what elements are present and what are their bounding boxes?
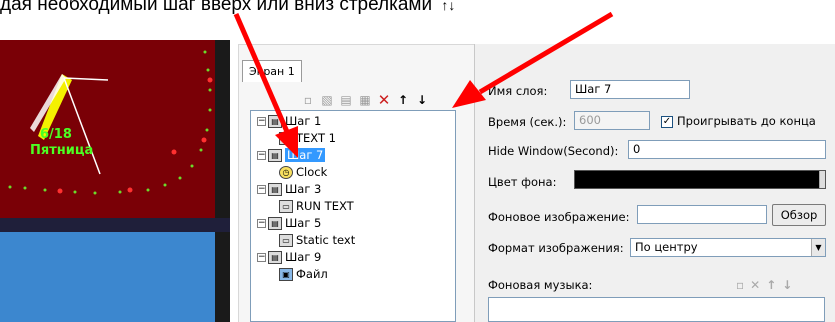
image-format-select[interactable]: По центру ▼	[630, 238, 826, 257]
time-label: Время (сек.):	[488, 115, 567, 129]
step-icon: ▤	[268, 251, 282, 264]
tree-node-static-text[interactable]: ▭ Static text	[257, 232, 455, 249]
play-to-end-label: Проигрывать до конца	[677, 114, 816, 128]
tree-node-text-1[interactable]: ▦ TEXT 1	[257, 130, 455, 147]
step-icon: ▤	[268, 115, 282, 128]
time-input[interactable]: 600	[574, 111, 650, 130]
play-to-end-checkbox[interactable]: ✓ Проигрывать до конца	[661, 114, 816, 128]
bg-image-input[interactable]	[637, 205, 767, 224]
static-text-icon: ▭	[279, 234, 293, 247]
tree-node-step-5[interactable]: − ▤ Шаг 5	[257, 215, 455, 232]
layer-name-input[interactable]: Шаг 7	[570, 80, 690, 99]
collapse-icon[interactable]: −	[257, 219, 266, 228]
tree-node-label: Clock	[296, 165, 328, 179]
bg-image-label: Фоновое изображение:	[488, 210, 630, 224]
preview-blue-area	[0, 232, 215, 322]
layer-name-label: Имя слоя:	[488, 84, 548, 98]
hide-window-label: Hide Window(Second):	[488, 144, 619, 158]
clock-hour-marks	[57, 77, 213, 194]
bg-color-label: Цвет фона:	[488, 175, 557, 189]
tree-node-clock[interactable]: ◷ Clock	[257, 164, 455, 181]
chevron-down-icon[interactable]	[819, 171, 825, 188]
step-icon: ▤	[268, 149, 282, 162]
paste-icon[interactable]: ▦	[357, 92, 373, 108]
tree-toolbar: ▫ ▧ ▤ ▦ ✕ ↑ ↓	[300, 92, 430, 110]
tree-node-step-7[interactable]: − ▤ Шаг 7	[257, 147, 455, 164]
tree-node-run-text[interactable]: ▭ RUN TEXT	[257, 198, 455, 215]
tree-node-label: Шаг 1	[285, 114, 322, 128]
copy-icon[interactable]: ▤	[338, 92, 354, 108]
tree-node-label: Шаг 9	[285, 250, 322, 264]
new-icon[interactable]: ▫	[300, 92, 316, 108]
tree-node-label: TEXT 1	[296, 131, 336, 145]
file-icon: ▣	[279, 268, 293, 281]
tab-screen-1[interactable]: Экран 1	[242, 60, 302, 82]
collapse-icon[interactable]: −	[257, 117, 266, 126]
clock-icon: ◷	[279, 166, 293, 179]
bg-music-label: Фоновая музыка:	[488, 278, 593, 292]
music-up-icon[interactable]: ↑	[766, 278, 776, 292]
tree-node-step-3[interactable]: − ▤ Шаг 3	[257, 181, 455, 198]
clock-date: 6/18	[40, 127, 72, 142]
bg-color-picker[interactable]	[574, 170, 826, 189]
second-hand	[63, 77, 101, 175]
tree-node-label-selected: Шаг 7	[285, 148, 326, 162]
chevron-down-icon[interactable]: ▼	[811, 239, 825, 256]
text-icon: ▦	[279, 132, 293, 145]
image-format-value: По центру	[635, 240, 698, 254]
collapse-icon[interactable]: −	[257, 253, 266, 262]
layer-tree: − ▤ Шаг 1 ▦ TEXT 1 − ▤ Шаг 7 ◷ Clock − ▤ Шаг 3 ▭…	[250, 110, 456, 322]
up-down-arrows-icon: ↑↓	[441, 0, 456, 13]
bg-music-list[interactable]	[488, 297, 825, 322]
step-icon: ▤	[268, 217, 282, 230]
preview-frame-bottom	[0, 218, 230, 232]
checkbox-check-icon[interactable]: ✓	[661, 115, 673, 128]
arrow-up-icon[interactable]: ↑	[395, 92, 411, 108]
browse-button[interactable]: Обзор	[772, 204, 826, 226]
run-text-icon: ▭	[279, 200, 293, 213]
tree-node-label: Шаг 3	[285, 182, 322, 196]
music-down-icon[interactable]: ↓	[782, 278, 792, 292]
clock-preview: 6/18 Пятница	[0, 40, 230, 322]
tree-node-label: Файл	[296, 267, 328, 281]
delete-music-icon[interactable]: ✕	[750, 278, 760, 292]
image-format-label: Формат изображения:	[488, 241, 624, 255]
music-toolbar: ▫ ✕ ↑ ↓	[736, 278, 792, 292]
arrow-down-icon[interactable]: ↓	[414, 92, 430, 108]
clock-face	[8, 50, 213, 195]
collapse-icon[interactable]: −	[257, 151, 266, 160]
tree-node-step-9[interactable]: − ▤ Шаг 9	[257, 249, 455, 266]
open-icon[interactable]: ▧	[319, 92, 335, 108]
tree-node-label: RUN TEXT	[296, 199, 354, 213]
hide-window-input[interactable]: 0	[628, 140, 826, 159]
tree-node-label: Static text	[296, 233, 356, 247]
tree-node-file[interactable]: ▣ Файл	[257, 266, 455, 283]
add-music-icon[interactable]: ▫	[736, 278, 744, 292]
tree-node-step-1[interactable]: − ▤ Шаг 1	[257, 113, 455, 130]
clock-day: Пятница	[30, 143, 94, 158]
step-icon: ▤	[268, 183, 282, 196]
instruction-caption: дая необходимый шаг вверх или вниз стрел…	[0, 0, 835, 18]
caption-text: дая необходимый шаг вверх или вниз стрел…	[0, 0, 433, 15]
screen-tabs: Экран 1	[242, 60, 302, 82]
delete-icon[interactable]: ✕	[376, 92, 392, 108]
tree-node-label: Шаг 5	[285, 216, 322, 230]
collapse-icon[interactable]: −	[257, 185, 266, 194]
